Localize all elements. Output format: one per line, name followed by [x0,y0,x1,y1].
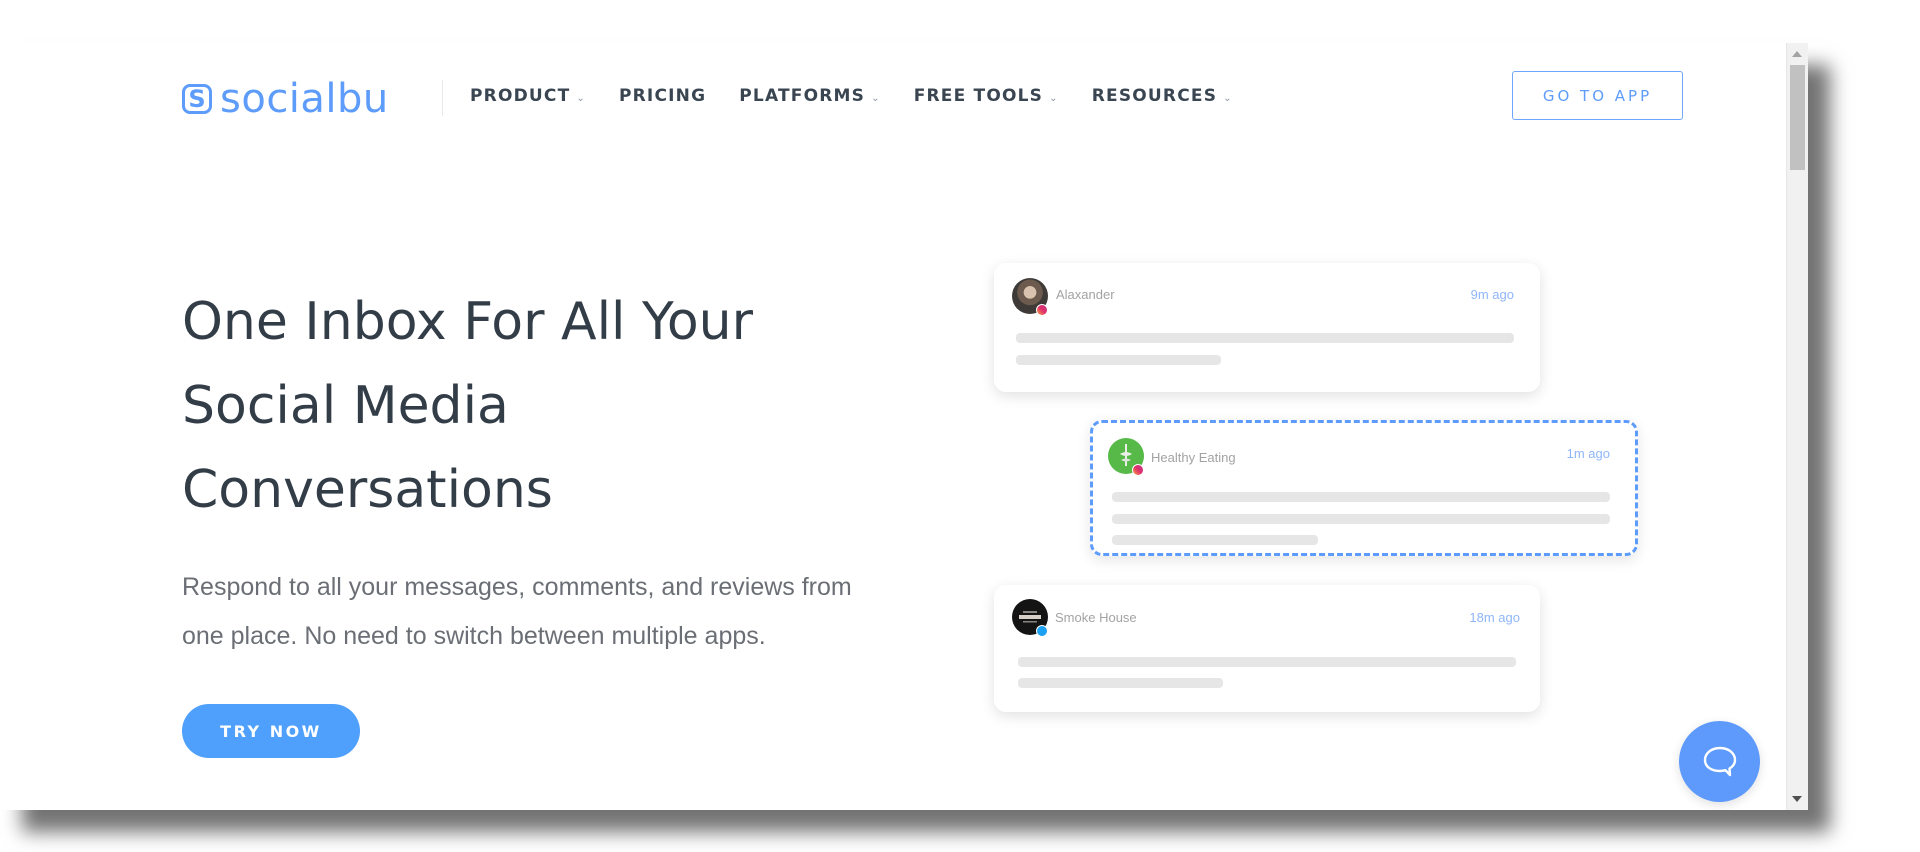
chevron-down-icon: ⌄ [871,92,881,104]
scroll-up-arrow-icon[interactable] [1792,51,1802,57]
nav-item-product[interactable]: PRODUCT ⌄ [470,86,586,106]
vertical-scrollbar[interactable] [1786,43,1808,810]
chevron-down-icon: ⌄ [1049,92,1059,104]
nav-item-resources[interactable]: RESOURCES ⌄ [1092,86,1233,106]
chevron-down-icon: ⌄ [576,92,586,104]
scroll-down-arrow-icon[interactable] [1792,796,1802,802]
nav-label: PRODUCT [470,86,571,106]
chat-bubble-icon [1703,746,1736,776]
subtitle-line: Respond to all your messages, comments, … [182,573,852,601]
nav-label: FREE TOOLS [913,86,1044,106]
try-now-button[interactable]: TRY NOW [182,704,360,758]
message-time: 18m ago [1469,610,1520,625]
hero-subtitle: Respond to all your messages, comments, … [182,563,902,661]
socialbu-logo[interactable]: S socialbu [182,79,389,119]
nav-item-free-tools[interactable]: FREE TOOLS ⌄ [914,86,1059,106]
message-placeholder-line [1016,355,1221,365]
headline-line: Conversations [182,460,553,520]
logo-text: socialbu [220,76,389,122]
message-placeholder-line [1112,492,1610,502]
nav-label: RESOURCES [1091,86,1218,106]
s-logo-icon: S [182,84,212,114]
instagram-icon [1036,304,1048,316]
hero-headline: One Inbox For All Your Social Media Conv… [182,280,882,532]
headline-line: One Inbox For All Your [182,292,754,352]
nav-item-platforms[interactable]: PLATFORMS ⌄ [739,86,880,106]
message-placeholder-line [1112,514,1610,524]
message-placeholder-line [1112,535,1318,545]
instagram-icon [1132,464,1144,476]
conversation-card: Smoke House 18m ago [994,585,1540,712]
message-placeholder-line [1018,678,1223,688]
twitter-icon [1036,625,1048,637]
subtitle-line: one place. No need to switch between mul… [182,622,766,650]
chat-widget-button[interactable] [1679,721,1760,802]
conversation-card: Alaxander 9m ago [994,263,1540,392]
message-placeholder-line [1018,657,1516,667]
conversation-card-highlighted: Healthy Eating 1m ago [1090,420,1638,556]
browser-viewport: S socialbu PRODUCT ⌄ PRICING PLATFORMS ⌄… [0,43,1808,810]
nav-label: PRICING [618,86,707,106]
message-placeholder-line [1016,333,1514,343]
nav-label: PLATFORMS [739,86,866,106]
message-time: 9m ago [1470,287,1514,302]
main-nav: PRODUCT ⌄ PRICING PLATFORMS ⌄ FREE TOOLS… [470,86,1266,106]
go-to-app-button[interactable]: GO TO APP [1512,71,1683,120]
chevron-down-icon: ⌄ [1223,92,1233,104]
message-time: 1m ago [1566,446,1610,461]
scrollbar-thumb[interactable] [1790,65,1805,170]
nav-item-pricing[interactable]: PRICING [619,86,706,106]
headline-line: Social Media [182,376,509,436]
nav-divider [442,80,443,116]
contact-name: Healthy Eating [1151,450,1236,465]
contact-name: Smoke House [1055,610,1137,625]
contact-name: Alaxander [1056,287,1115,302]
